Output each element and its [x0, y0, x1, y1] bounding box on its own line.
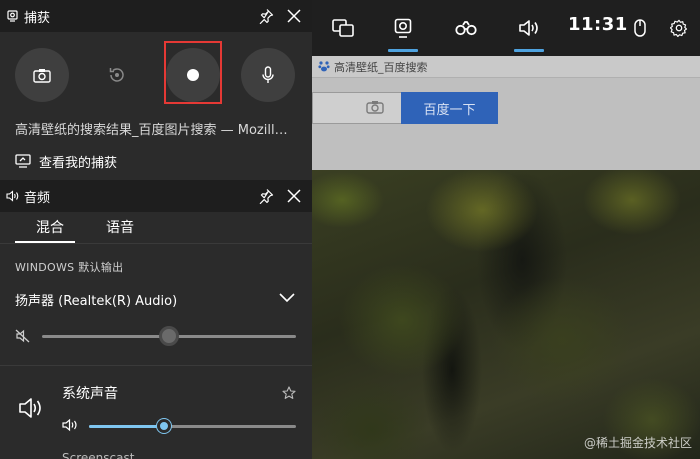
- speaker-small-icon: [6, 190, 19, 202]
- pin-icon[interactable]: [258, 8, 274, 24]
- chevron-down-icon[interactable]: [278, 290, 296, 304]
- tab-voice[interactable]: 语音: [106, 217, 134, 237]
- performance-widget-button[interactable]: [441, 0, 491, 56]
- microphone-icon: [262, 66, 274, 83]
- star-icon[interactable]: [282, 386, 296, 400]
- audio-title: 音频: [24, 191, 51, 206]
- camera-search-icon[interactable]: [366, 100, 384, 114]
- camera-icon: [33, 68, 51, 83]
- active-indicator: [514, 49, 544, 52]
- view-captures-link[interactable]: 查看我的捕获: [15, 150, 117, 172]
- widget-menu-button[interactable]: [318, 0, 368, 56]
- capture-small-icon: [7, 10, 18, 22]
- baidu-logo-icon: [318, 61, 330, 72]
- audio-icon: [519, 20, 538, 36]
- system-volume-fill: [89, 425, 164, 428]
- default-output-label: WINDOWS 默认输出: [15, 261, 124, 274]
- output-device-name[interactable]: 扬声器 (Realtek(R) Audio): [15, 290, 177, 309]
- speaker-mute-icon[interactable]: [15, 328, 31, 344]
- volume-icon[interactable]: [62, 418, 78, 432]
- active-indicator: [388, 49, 418, 52]
- clock: 11:31: [568, 14, 628, 35]
- screenshot-button[interactable]: [15, 48, 69, 102]
- browser-tab-title[interactable]: 高清壁纸_百度搜索: [334, 59, 428, 75]
- capture-widget-header[interactable]: 捕获: [0, 0, 312, 32]
- gallery-icon: [15, 154, 31, 168]
- device-volume-thumb[interactable]: [159, 326, 179, 346]
- wallpaper-image: [312, 170, 700, 459]
- next-app-label: Screenscast: [62, 451, 135, 459]
- settings-button[interactable]: [664, 0, 694, 56]
- mouse-button[interactable]: [626, 0, 654, 56]
- search-input[interactable]: [312, 92, 402, 124]
- search-button[interactable]: 百度一下: [401, 92, 498, 124]
- capture-icon: [394, 18, 412, 38]
- captured-window-title: 高清壁纸的搜索结果_百度图片搜索 — Mozill…: [15, 123, 288, 138]
- widget-menu-icon: [332, 19, 354, 37]
- pin-icon[interactable]: [258, 188, 274, 204]
- close-icon[interactable]: [286, 188, 302, 204]
- view-captures-label: 查看我的捕获: [39, 155, 118, 171]
- capture-title: 捕获: [24, 11, 51, 26]
- performance-icon: [455, 21, 477, 36]
- tab-mix[interactable]: 混合: [36, 217, 64, 237]
- tabs-divider: [0, 243, 312, 244]
- record-last-30s-button[interactable]: [90, 48, 144, 102]
- system-sounds-label: 系统声音: [62, 386, 118, 402]
- record-recent-icon: [109, 68, 124, 82]
- close-icon[interactable]: [286, 8, 302, 24]
- capture-widget-button[interactable]: [378, 0, 428, 56]
- mouse-icon: [634, 19, 646, 37]
- audio-widget-header[interactable]: 音频: [0, 180, 312, 212]
- microphone-button[interactable]: [241, 48, 295, 102]
- system-sounds-icon: [19, 398, 41, 418]
- system-volume-thumb[interactable]: [156, 419, 171, 433]
- watermark: @稀土掘金技术社区: [583, 436, 692, 450]
- audio-widget-button[interactable]: [504, 0, 554, 56]
- audio-section-divider: [0, 365, 312, 366]
- record-highlight-box: [164, 41, 222, 104]
- settings-icon: [670, 19, 688, 37]
